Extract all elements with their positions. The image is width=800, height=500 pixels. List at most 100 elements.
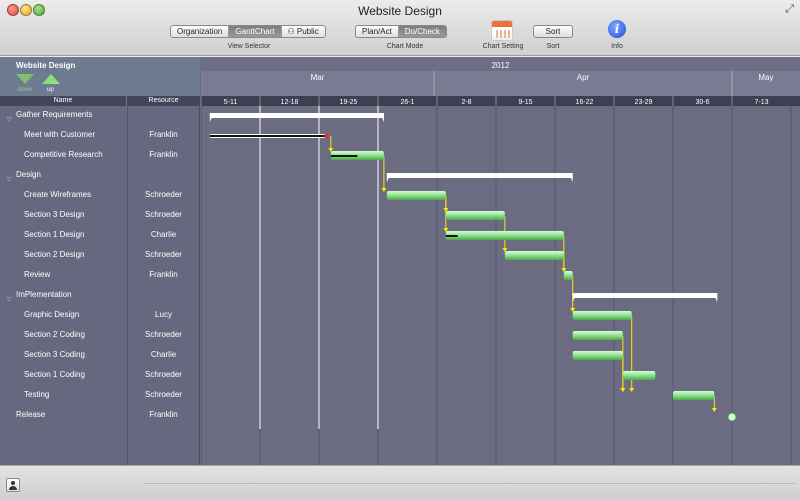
move-up-icon[interactable] [42,74,60,84]
task-bar[interactable] [622,371,656,380]
task-row[interactable]: Section 1 Design Charlie [0,226,200,246]
week-label: 30-6 [695,99,709,106]
task-name: Section 3 Design [24,210,85,219]
task-progress [445,235,458,237]
fullscreen-icon[interactable]: ⤢ [785,3,794,16]
window-title: Website Design [358,4,442,18]
gantt-chart: 2012 Mar Apr May 5-11 12-18 19-25 26-1 2-8 9-15 16… [201,57,800,465]
chart-mode-selector[interactable]: Plan/Act Do/Check [355,25,447,38]
task-bar[interactable] [563,271,573,280]
task-row[interactable]: Release Franklin [0,406,200,426]
info-label: Info [611,43,623,50]
task-row[interactable]: Section 3 Design Schroeder [0,206,200,226]
task-bar[interactable] [386,191,446,200]
task-resource: Franklin [149,150,178,159]
view-public-button[interactable]: ⚇ Public [282,26,325,37]
toolbar: Website Design ⤢ Organization GanttChart… [0,0,800,56]
task-resource: Charlie [150,350,177,359]
task-name: ImPlementation [16,290,72,299]
task-row[interactable]: Testing Schroeder [0,386,200,406]
status-track [143,483,795,488]
task-row[interactable]: Section 2 Design Schroeder [0,246,200,266]
group-row[interactable]: ▽ ImPlementation [0,286,200,306]
mode-docheck-button[interactable]: Do/Check [398,26,446,37]
week-label: 12-18 [281,99,299,106]
task-resource: Franklin [149,410,178,419]
move-up-label: up [47,87,54,93]
task-resource: Schroeder [145,390,182,399]
column-header-resource[interactable]: Resource [127,96,200,106]
week-label: 5-11 [224,99,238,106]
group-summary-bar[interactable] [572,293,718,298]
move-down-icon[interactable] [16,74,34,84]
move-down-label: down [18,87,33,93]
task-name: Section 1 Coding [24,370,85,379]
disclosure-triangle-icon[interactable]: ▽ [7,296,12,303]
task-name: Release [16,410,46,419]
mode-planact-button[interactable]: Plan/Act [356,26,399,37]
task-bar[interactable] [504,251,564,260]
task-row[interactable]: Create Wireframes Schroeder [0,186,200,206]
group-summary-bar[interactable] [209,113,384,118]
sort-label: Sort [546,43,560,50]
group-summary-bar[interactable] [386,173,573,178]
chart-mode-label: Chart Mode [386,43,424,50]
month-label: May [758,73,773,82]
group-row[interactable]: ▽ Design [0,166,200,186]
week-label: 23-29 [635,99,653,106]
week-label: 26-1 [400,99,414,106]
info-icon[interactable]: i [608,20,626,38]
milestone-marker[interactable] [727,412,737,422]
task-list-panel: Website Design down up Name Resource ▽ Ga… [0,57,200,465]
chart-setting-icon[interactable] [491,20,513,41]
late-marker [324,133,331,139]
month-label: Apr [577,73,590,82]
gantt-canvas: 2012 Mar Apr May 5-11 12-18 19-25 26-1 2-8 9-15 16… [201,57,800,465]
task-bar[interactable] [572,331,623,340]
disclosure-triangle-icon[interactable]: ▽ [7,116,12,123]
dependency-arrow [381,188,387,192]
task-row[interactable]: Competitive Research Franklin [0,146,200,166]
sort-button[interactable]: Sort [533,25,573,38]
group-row[interactable]: ▽ Gather Requirements [0,106,200,126]
column-header-name[interactable]: Name [0,96,127,106]
task-resource: Schroeder [145,190,182,199]
chart-setting-label: Chart Setting [482,43,524,50]
main-area: Website Design down up Name Resource ▽ Ga… [0,57,800,465]
task-row[interactable]: Review Franklin [0,266,200,286]
task-row[interactable]: Section 1 Coding Schroeder [0,366,200,386]
app-window: Website Design ⤢ Organization GanttChart… [0,0,800,500]
view-organization-button[interactable]: Organization [171,26,230,37]
task-column-header: Name Resource [0,96,200,106]
task-bar[interactable] [445,231,564,240]
task-bar[interactable] [445,211,505,220]
dependency-arrow [711,408,717,412]
task-row[interactable]: Meet with Customer Franklin [0,126,200,146]
task-row[interactable]: Graphic Design Lucy [0,306,200,326]
task-bar[interactable] [673,391,715,400]
task-name: Section 3 Coding [24,350,85,359]
view-selector[interactable]: Organization GanttChart ⚇ Public [170,25,326,38]
view-ganttchart-button[interactable]: GanttChart [229,26,282,37]
week-label: 16-22 [576,99,594,106]
disclosure-triangle-icon[interactable]: ▽ [7,176,12,183]
task-resource: Franklin [149,130,178,139]
task-row[interactable]: Section 2 Coding Schroeder [0,326,200,346]
task-name: Competitive Research [24,150,103,159]
task-name: Graphic Design [24,310,80,319]
dependency-arrow [620,388,626,392]
user-icon[interactable] [6,478,20,492]
task-progress [330,155,358,157]
task-bar[interactable] [572,311,632,320]
task-name: Section 1 Design [24,230,85,239]
task-resource: Schroeder [145,250,182,259]
task-bar[interactable] [572,351,623,360]
dependency-arrow [629,388,635,392]
task-name: Testing [24,390,50,399]
task-resource: Lucy [155,310,172,319]
project-title: Website Design [16,61,76,70]
project-header: Website Design down up [0,57,200,96]
view-selector-label: View Selector [227,43,271,50]
task-row[interactable]: Section 3 Coding Charlie [0,346,200,366]
task-resource: Schroeder [145,370,182,379]
